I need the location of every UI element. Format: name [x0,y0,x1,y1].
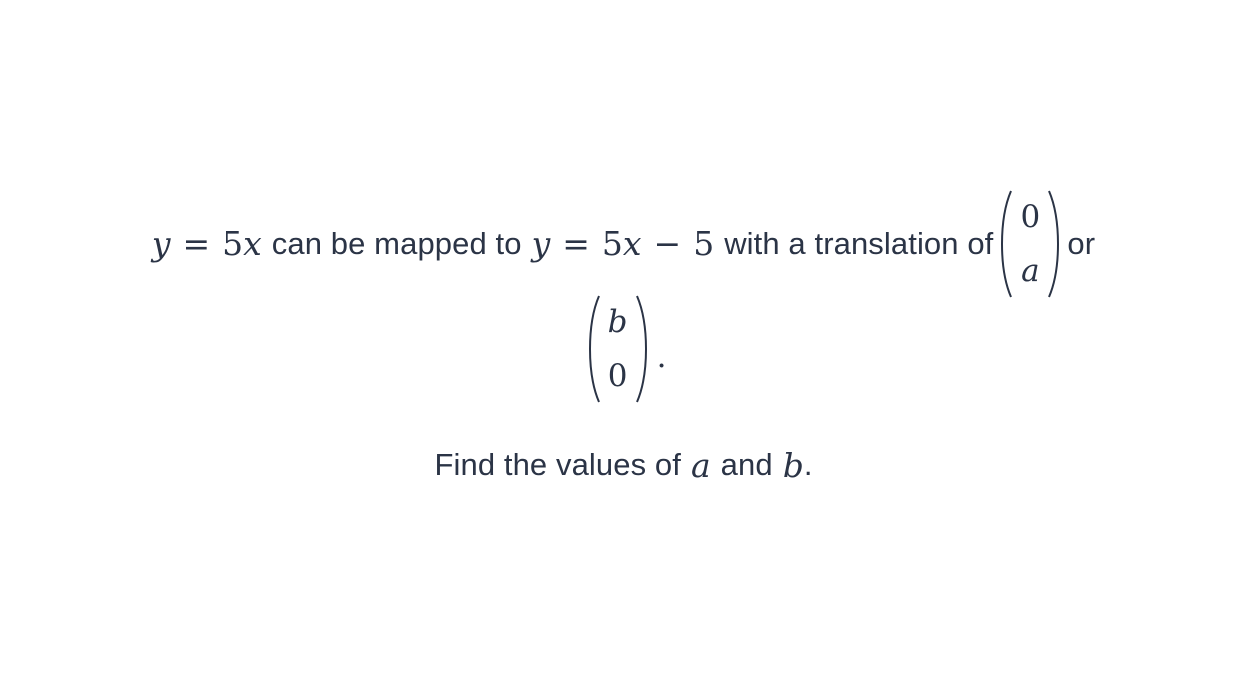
question-line-2: b 0 . [0,293,1247,405]
text-and: and [720,447,773,482]
equation-mapped: y = 5x −5 [532,224,715,263]
eq2-equals: = [562,224,590,263]
eq2-var: x [622,224,642,263]
right-paren-icon [635,295,647,403]
eq1-equals: = [182,224,211,263]
eq2-lhs: y [531,224,551,263]
equation-original: y = 5x [152,224,262,263]
text-find-values: Find the values of [434,447,681,482]
sentence-period: . [803,447,813,482]
text-can-be-mapped: can be mapped to [271,225,522,261]
eq2-minus: − [653,224,682,263]
left-paren-icon [588,295,600,403]
variable-b: b [782,445,804,485]
translation-vector-1: 0 a [997,189,1063,299]
eq2-const: 5 [693,224,715,263]
right-paren-icon [1048,190,1060,297]
eq1-var: x [243,224,262,263]
eq2-coef: 5 [601,224,623,263]
question-line-3: Find the values of a and b. [0,436,1247,494]
question-panel: y = 5x can be mapped to y = 5x −5 with a tran… [0,0,1247,691]
text-or: or [1067,225,1096,261]
variable-a: a [690,445,711,485]
eq1-lhs: y [151,224,171,263]
vector2-bottom: 0 [607,358,628,394]
left-paren-icon [1001,190,1013,297]
vector2-top: b [607,304,628,340]
vector2-period: . [656,339,667,375]
vector1-top: 0 [1020,198,1041,235]
question-line-1: y = 5x can be mapped to y = 5x −5 with a tran… [0,186,1247,301]
translation-vector-2: b 0 [585,294,651,404]
eq1-coef: 5 [222,224,244,263]
text-translation-of: with a translation of [724,225,994,261]
vector1-bottom: a [1021,252,1040,289]
